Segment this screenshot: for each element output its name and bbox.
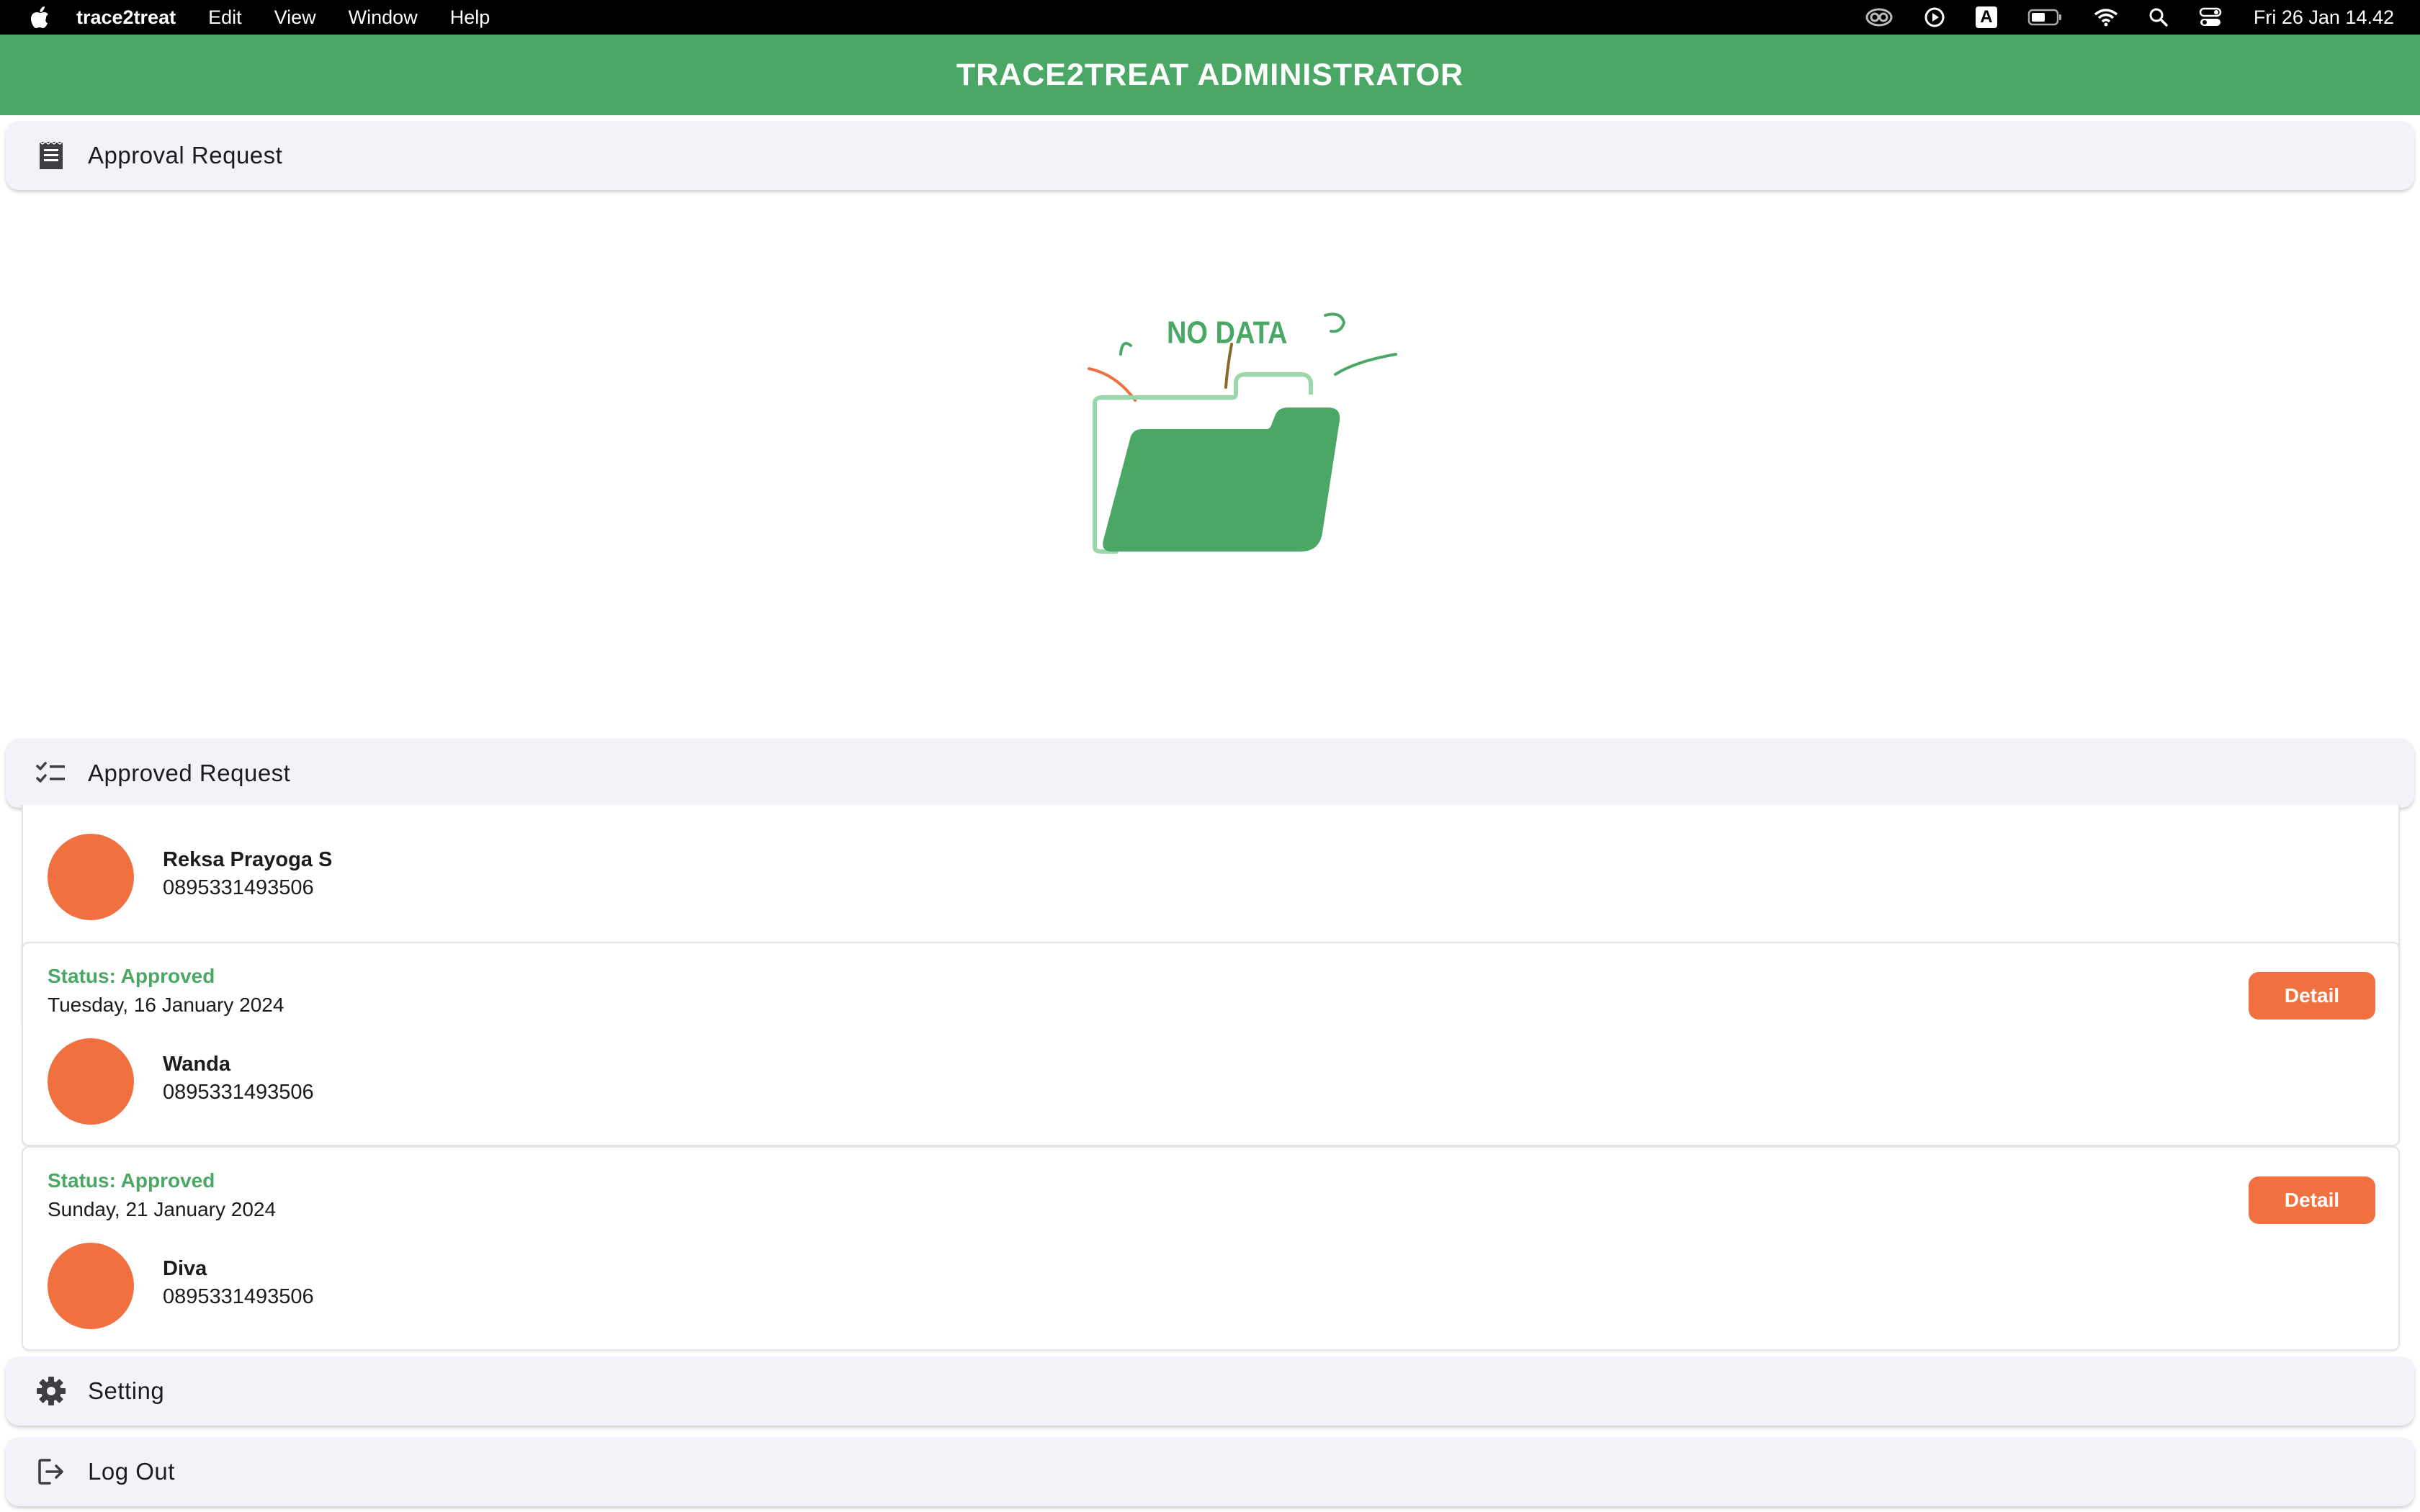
logout-header[interactable]: Log Out [6, 1437, 2414, 1506]
input-source-label: A [1980, 7, 1993, 27]
detail-button[interactable]: Detail [2249, 972, 2375, 1020]
wifi-icon[interactable] [2094, 7, 2118, 27]
approved-request-card: Status: Approved Sunday, 21 January 2024… [22, 1146, 2400, 1351]
request-date: Sunday, 21 January 2024 [48, 1198, 277, 1220]
menu-app-name[interactable]: trace2treat [76, 6, 176, 29]
setting-header[interactable]: Setting [6, 1356, 2414, 1426]
approved-request-card: Status: Approved Tuesday, 16 January 202… [22, 942, 2400, 1146]
approved-request-header[interactable]: Approved Request [6, 739, 2414, 808]
no-data-illustration: NO DATA [1073, 302, 1419, 562]
checklist-icon [35, 757, 68, 790]
status-label: Status: Approved [48, 965, 215, 987]
app-title: TRACE2TREAT ADMINISTRATOR [956, 57, 1464, 92]
patient-name: Reksa Prayoga S [163, 848, 333, 871]
input-source-icon[interactable]: A [1975, 6, 1997, 28]
approval-request-label: Approval Request [88, 142, 283, 168]
apple-logo-icon[interactable] [27, 5, 52, 30]
menu-window[interactable]: Window [349, 6, 418, 29]
gear-icon [35, 1374, 68, 1408]
play-icon[interactable] [1924, 6, 1945, 28]
menu-view[interactable]: View [274, 6, 316, 29]
avatar [48, 1038, 134, 1125]
menu-edit[interactable]: Edit [208, 6, 242, 29]
request-date: Tuesday, 16 January 2024 [48, 994, 284, 1016]
logout-label: Log Out [88, 1458, 175, 1485]
no-data-text: NO DATA [1167, 315, 1287, 350]
approval-request-header[interactable]: Approval Request [6, 121, 2414, 190]
avatar [48, 1243, 134, 1329]
status-label: Status: Approved [48, 1169, 215, 1192]
macos-menu-bar: trace2treat Edit View Window Help A Fri … [0, 0, 2420, 35]
receipt-icon [35, 139, 68, 172]
menubar-clock[interactable]: Fri 26 Jan 14.42 [2254, 6, 2394, 29]
spotlight-search-icon[interactable] [2148, 7, 2169, 27]
creative-cloud-icon[interactable] [1865, 7, 1894, 27]
avatar [48, 834, 134, 920]
approved-request-list[interactable]: Reksa Prayoga S 0895331493506 Status: Ap… [0, 805, 2420, 1354]
battery-icon[interactable] [2027, 8, 2063, 27]
control-center-icon[interactable] [2199, 6, 2222, 28]
approved-request-label: Approved Request [88, 760, 291, 786]
setting-label: Setting [88, 1377, 165, 1404]
detail-button[interactable]: Detail [2249, 1176, 2375, 1224]
app-title-bar: TRACE2TREAT ADMINISTRATOR [0, 35, 2420, 115]
patient-name: Diva [163, 1257, 207, 1280]
patient-phone: 0895331493506 [163, 876, 314, 899]
logout-icon [35, 1455, 68, 1488]
patient-phone: 0895331493506 [163, 1285, 314, 1308]
patient-name: Wanda [163, 1053, 230, 1076]
patient-phone: 0895331493506 [163, 1081, 314, 1104]
menu-help[interactable]: Help [450, 6, 490, 29]
